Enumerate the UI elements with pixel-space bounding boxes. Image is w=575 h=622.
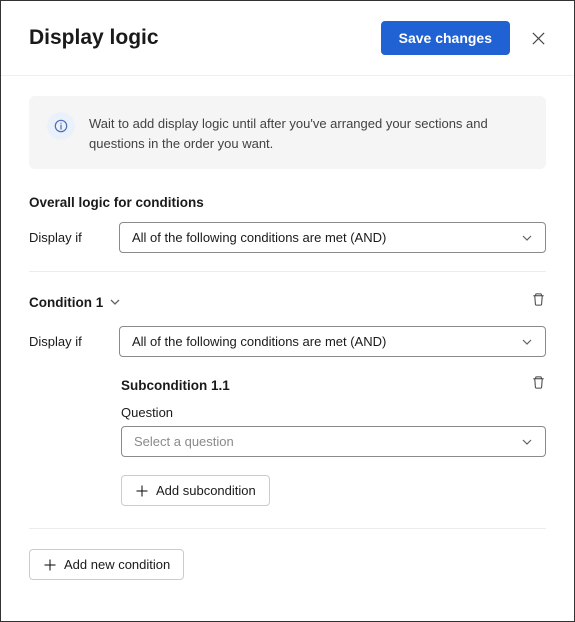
plus-icon bbox=[43, 558, 57, 572]
trash-icon bbox=[531, 292, 546, 307]
add-condition-button[interactable]: Add new condition bbox=[29, 549, 184, 580]
overall-logic-select[interactable]: All of the following conditions are met … bbox=[119, 222, 546, 253]
subcondition-header: Subcondition 1.1 bbox=[121, 375, 546, 395]
save-button[interactable]: Save changes bbox=[381, 21, 510, 55]
divider bbox=[29, 271, 546, 272]
panel-header: Display logic Save changes bbox=[1, 1, 574, 75]
chevron-down-icon bbox=[521, 336, 533, 348]
close-button[interactable] bbox=[526, 26, 550, 50]
chevron-down-icon bbox=[521, 436, 533, 448]
overall-logic-label: Overall logic for conditions bbox=[29, 195, 546, 210]
info-icon bbox=[54, 119, 68, 133]
plus-icon bbox=[135, 484, 149, 498]
select-placeholder: Select a question bbox=[134, 434, 234, 449]
select-value: All of the following conditions are met … bbox=[132, 230, 386, 245]
condition-title: Condition 1 bbox=[29, 295, 103, 310]
info-text: Wait to add display logic until after yo… bbox=[89, 112, 528, 153]
subcondition-title: Subcondition 1.1 bbox=[121, 378, 230, 393]
info-icon-wrap bbox=[47, 112, 75, 140]
chevron-down-icon bbox=[109, 296, 121, 308]
question-label: Question bbox=[121, 405, 546, 420]
condition-title-toggle[interactable]: Condition 1 bbox=[29, 295, 121, 310]
delete-subcondition-button[interactable] bbox=[531, 375, 546, 395]
condition-logic-select[interactable]: All of the following conditions are met … bbox=[119, 326, 546, 357]
condition-header: Condition 1 bbox=[29, 292, 546, 312]
chevron-down-icon bbox=[521, 232, 533, 244]
display-if-label: Display if bbox=[29, 230, 99, 245]
panel-content: Wait to add display logic until after yo… bbox=[1, 76, 574, 580]
delete-condition-button[interactable] bbox=[531, 292, 546, 312]
button-label: Add new condition bbox=[64, 557, 170, 572]
select-value: All of the following conditions are met … bbox=[132, 334, 386, 349]
close-icon bbox=[531, 31, 546, 46]
condition-display-if-row: Display if All of the following conditio… bbox=[29, 326, 546, 357]
info-banner: Wait to add display logic until after yo… bbox=[29, 96, 546, 169]
display-if-label: Display if bbox=[29, 334, 99, 349]
trash-icon bbox=[531, 375, 546, 390]
header-actions: Save changes bbox=[381, 21, 550, 55]
subcondition-area: Subcondition 1.1 Question Select a quest… bbox=[121, 375, 546, 506]
footer: Add new condition bbox=[29, 528, 546, 580]
overall-display-if-row: Display if All of the following conditio… bbox=[29, 222, 546, 253]
button-label: Add subcondition bbox=[156, 483, 256, 498]
add-subcondition-button[interactable]: Add subcondition bbox=[121, 475, 270, 506]
question-select[interactable]: Select a question bbox=[121, 426, 546, 457]
page-title: Display logic bbox=[29, 26, 159, 50]
